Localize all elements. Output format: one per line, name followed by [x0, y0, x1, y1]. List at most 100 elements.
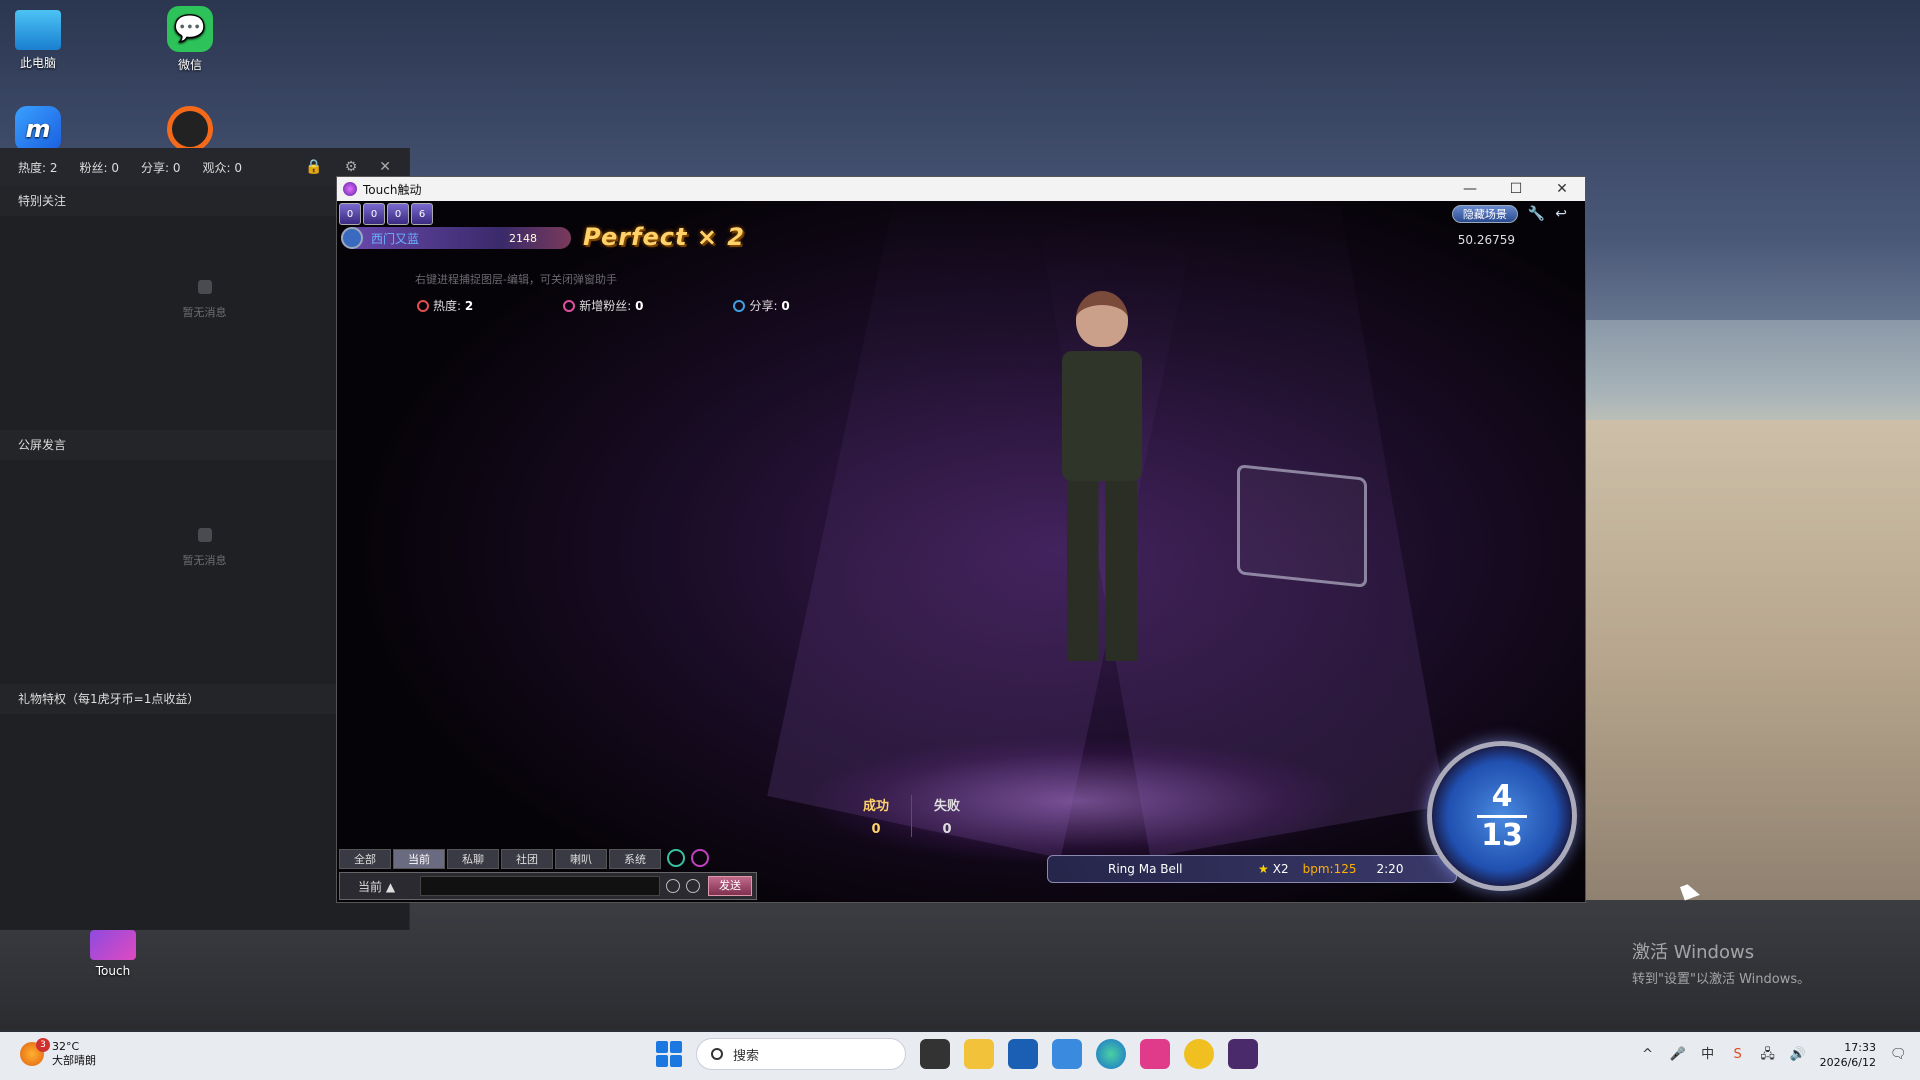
computer-icon [15, 10, 61, 50]
wrench-icon[interactable]: 🔧 [1528, 206, 1545, 222]
dancer-torso [1062, 351, 1142, 481]
start-button[interactable] [656, 1041, 682, 1067]
beat-current: 4 [1491, 778, 1513, 814]
hint-text: 右键进程捕捉图层-编辑，可关闭弹窗助手 [415, 273, 617, 286]
player-name: 西门又蓝 [371, 231, 420, 246]
item-slot[interactable]: 0 [387, 203, 409, 225]
chat-tabs: 全部 当前 私聊 社团 喇叭 系统 [339, 849, 709, 869]
notification-badge: 3 [36, 1038, 50, 1052]
m-app-icon: m [15, 106, 61, 152]
file-explorer-icon[interactable] [964, 1039, 994, 1069]
channel-icon[interactable] [667, 849, 685, 867]
notification-icon[interactable]: 🗨 [1890, 1047, 1907, 1063]
touch-app-icon [90, 930, 136, 960]
task-view-icon[interactable] [920, 1039, 950, 1069]
desktop-icon-touch[interactable]: Touch [73, 930, 153, 978]
game-stage[interactable]: 0 0 0 6 西门又蓝 2148 Perfect × 2 右键进程捕捉图层-编… [337, 201, 1585, 902]
stage-prop [1237, 464, 1367, 588]
live-app-icon[interactable] [1140, 1039, 1170, 1069]
close-icon[interactable]: ✕ [379, 159, 391, 175]
search-icon [711, 1048, 723, 1060]
chevron-up-icon[interactable]: ^ [1640, 1047, 1656, 1063]
lock-icon[interactable]: 🔒 [305, 159, 322, 175]
hud-item-icons: 0 0 0 6 [339, 203, 433, 225]
edge-icon[interactable] [1096, 1039, 1126, 1069]
desktop-icon-label: 此电脑 [19, 56, 56, 70]
sogou-icon[interactable]: S [1730, 1047, 1746, 1063]
star-icon: ★ [1258, 862, 1269, 876]
minimize-button[interactable]: — [1447, 181, 1493, 197]
search-box[interactable]: 搜索 [696, 1038, 906, 1070]
desktop-icon-wechat[interactable]: 💬 微信 [150, 6, 230, 73]
chat-input[interactable] [420, 876, 660, 896]
tab-private[interactable]: 私聊 [447, 849, 499, 869]
weather-widget[interactable]: 3 32°C 大部晴朗 [20, 1038, 96, 1068]
hide-scene-button[interactable]: 隐藏场景 [1451, 205, 1518, 223]
maximize-button[interactable]: ☐ [1493, 181, 1539, 197]
microphone-icon[interactable]: 🎤 [1670, 1047, 1686, 1063]
stat-heat: 热度: 2 [18, 160, 58, 175]
weather-temp: 32°C [52, 1040, 80, 1053]
tab-horn[interactable]: 喇叭 [555, 849, 607, 869]
system-tray: ^ 🎤 中 S 🖧 🔊 17:33 2026/6/12 🗨 [1640, 1040, 1906, 1070]
dancer-legs [1067, 481, 1137, 661]
share-icon [733, 300, 746, 312]
fail-count: 失败 0 [934, 799, 961, 837]
window-titlebar[interactable]: Touch触动 — ☐ ✕ [337, 177, 1585, 201]
send-button[interactable]: 发送 [708, 876, 752, 896]
heart-icon [563, 300, 576, 312]
stat-share: 分享: 0 [733, 297, 790, 314]
network-icon[interactable]: 🖧 [1760, 1047, 1776, 1063]
song-info-bar: Ring Ma Bell ★ X2 bpm:125 2:20 [1047, 855, 1457, 883]
no-icon[interactable] [666, 879, 680, 893]
smiley-icon[interactable] [686, 879, 700, 893]
qq-icon[interactable] [1184, 1039, 1214, 1069]
taskbar-apps: 搜索 [656, 1038, 1258, 1070]
emote-icon[interactable] [691, 849, 709, 867]
sun-icon: 3 [20, 1038, 50, 1066]
song-time: 2:20 [1376, 862, 1404, 876]
stat-new-fans: 新增粉丝: 0 [563, 297, 643, 314]
store-icon[interactable] [1008, 1039, 1038, 1069]
item-slot[interactable]: 0 [339, 203, 361, 225]
hud-top-right: 隐藏场景 🔧 ↩ [1451, 205, 1567, 223]
app-logo-icon [343, 182, 357, 196]
flame-icon [417, 300, 429, 312]
back-icon[interactable]: ↩ [1555, 206, 1567, 222]
ime-icon[interactable]: 中 [1700, 1047, 1716, 1063]
item-slot[interactable]: 6 [411, 203, 433, 225]
player-score: 2148 [509, 231, 537, 245]
dancer-character [1042, 291, 1162, 691]
touch-taskbar-icon[interactable] [1228, 1039, 1258, 1069]
stat-share: 分享: 0 [141, 160, 181, 175]
recorder-icon [167, 106, 213, 152]
channel-select[interactable]: 当前 ▲ [340, 878, 420, 895]
tab-system[interactable]: 系统 [609, 849, 661, 869]
clock[interactable]: 17:33 2026/6/12 [1820, 1040, 1876, 1070]
activate-windows-watermark: 激活 Windows 转到"设置"以激活 Windows。 [1632, 942, 1811, 987]
game-window: Touch触动 — ☐ ✕ 0 0 0 6 西门又蓝 2148 Perfect … [336, 176, 1586, 903]
tab-club[interactable]: 社团 [501, 849, 553, 869]
dancer-head [1076, 291, 1128, 347]
stat-viewers: 观众: 0 [202, 160, 243, 175]
settings-icon[interactable]: ⚙ [345, 159, 358, 175]
item-slot[interactable]: 0 [363, 203, 385, 225]
tab-all[interactable]: 全部 [339, 849, 391, 869]
result-counter: 成功 0 失败 0 [863, 795, 960, 837]
m-app-taskbar-icon[interactable] [1052, 1039, 1082, 1069]
divider [911, 795, 913, 837]
wechat-icon: 💬 [167, 6, 213, 52]
level-icon [341, 227, 363, 249]
multiplier: X2 [1272, 862, 1289, 876]
bpm: bpm:125 [1302, 862, 1357, 876]
volume-icon[interactable]: 🔊 [1790, 1047, 1806, 1063]
song-title: Ring Ma Bell [1108, 862, 1183, 876]
empty-message-icon [197, 528, 212, 542]
taskbar: 3 32°C 大部晴朗 搜索 ^ 🎤 中 S 🖧 🔊 17:33 2026/6/… [0, 1032, 1920, 1080]
desktop-icon-this-pc[interactable]: 此电脑 [0, 10, 78, 71]
stat-fans: 粉丝: 0 [79, 160, 120, 175]
desktop-icon-label: Touch [95, 964, 131, 978]
empty-message-icon [197, 280, 212, 294]
close-button[interactable]: ✕ [1539, 181, 1585, 197]
tab-current[interactable]: 当前 [393, 849, 445, 869]
